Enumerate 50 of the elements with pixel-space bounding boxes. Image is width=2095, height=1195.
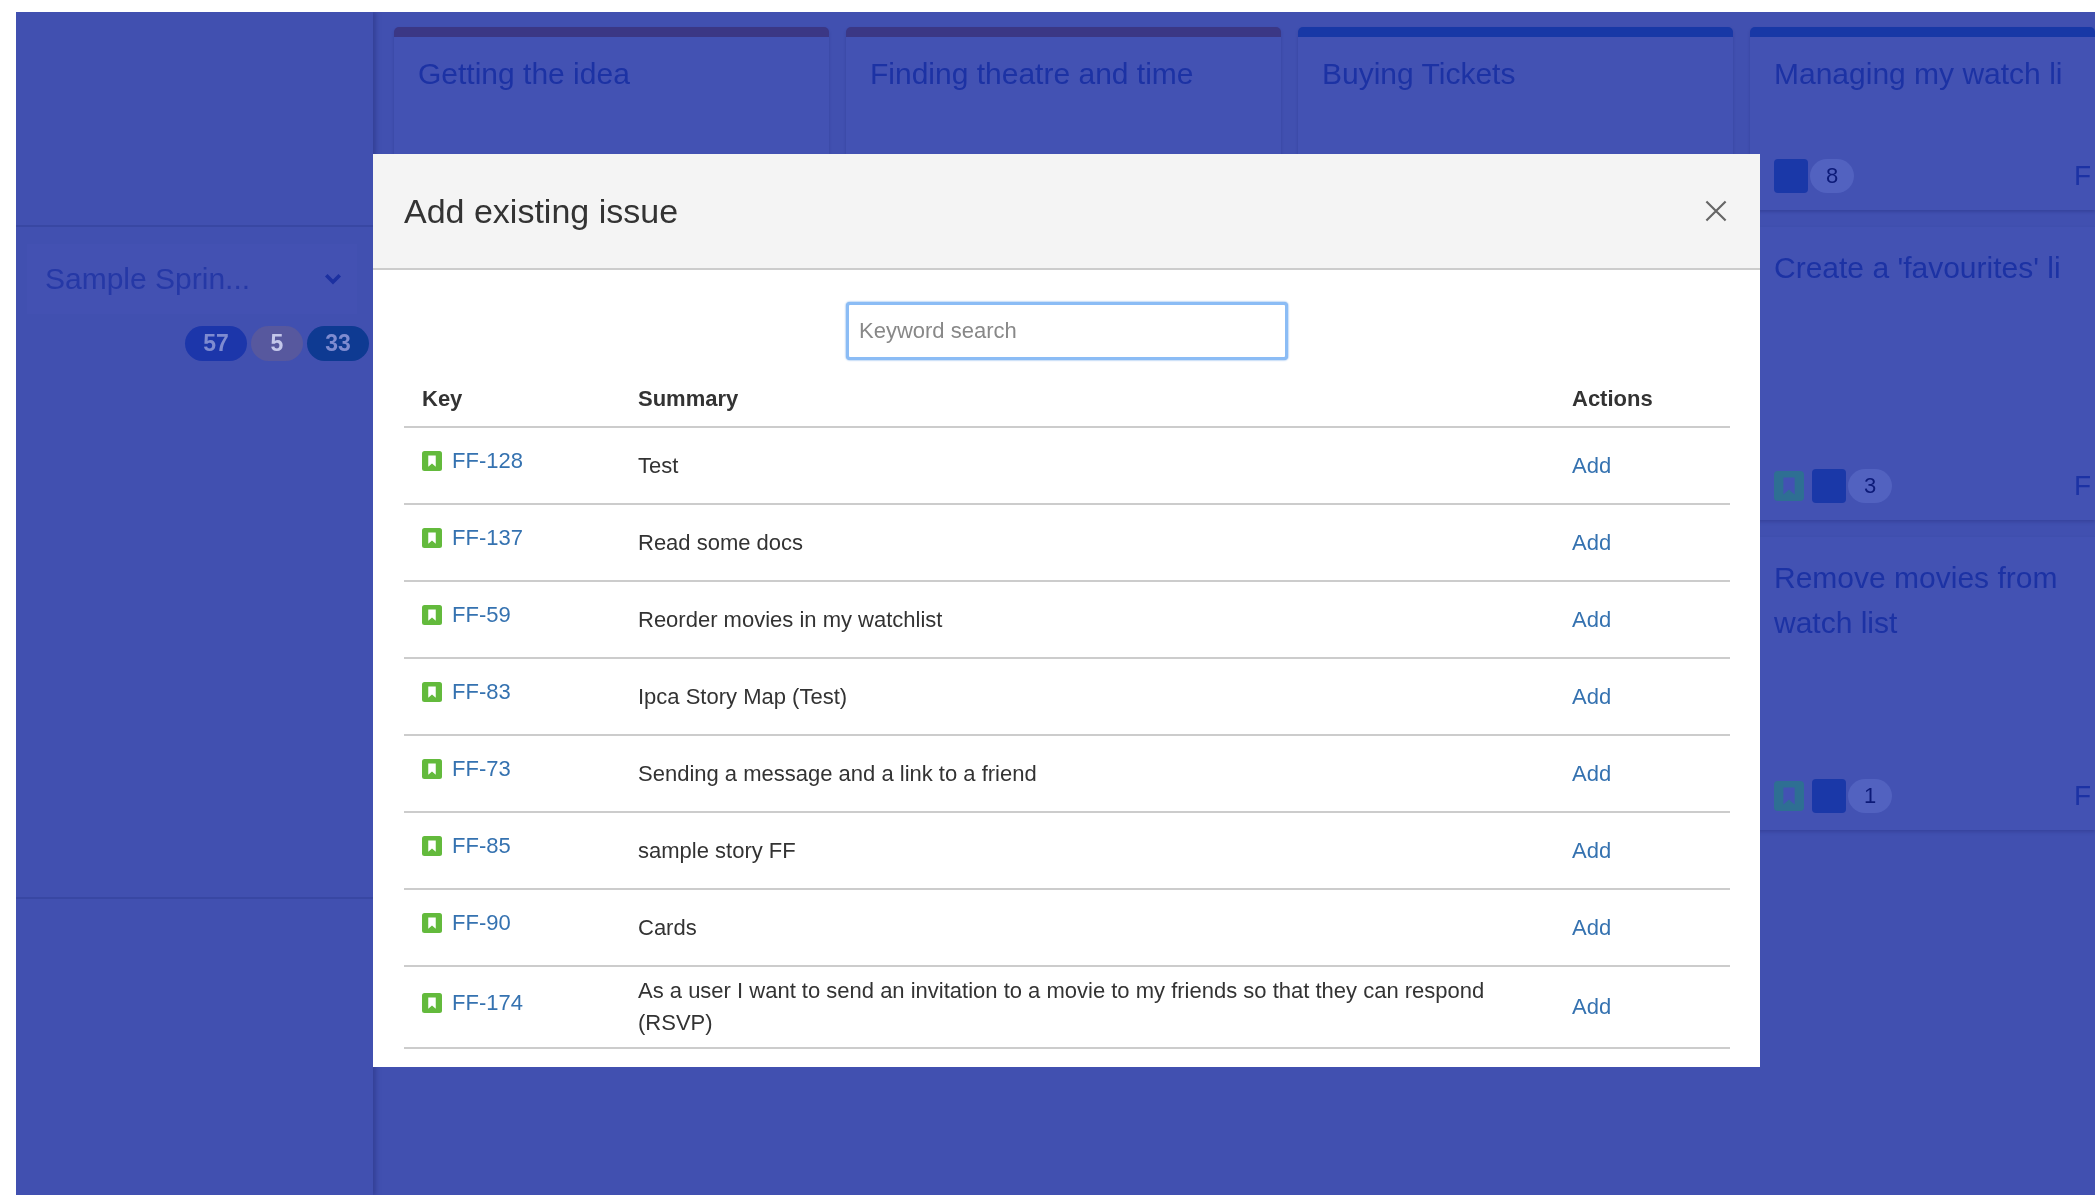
chevron-down-icon [324,273,342,285]
column-header: Key [404,374,620,427]
issue-summary: Sending a message and a link to a friend [638,759,1038,788]
search-field[interactable]: Keyword search [846,302,1288,360]
issue-summary: Ipca Story Map (Test) [638,682,849,711]
color-swatch [1774,159,1808,193]
bookmark-icon [422,992,442,1013]
count-badge: 57 [185,326,247,361]
issue-key-link[interactable]: FF-85 [452,830,511,862]
add-link[interactable]: Add [1572,994,1612,1019]
add-link[interactable]: Add [1572,452,1612,478]
bookmark-icon [422,682,442,702]
bookmark-icon [422,759,442,779]
bookmark-icon [1774,781,1804,811]
issue-summary: Cards [638,913,698,942]
issue-summary: Reorder movies in my watchlist [638,605,944,634]
issue-key-link[interactable]: FF-174 [452,986,523,1019]
bookmark-icon [422,913,442,933]
issue-key-link[interactable]: FF-73 [452,753,511,785]
color-swatch [1812,779,1846,813]
issue-summary: Test [638,451,680,480]
issue-key-link[interactable]: FF-59 [452,599,511,631]
count-badge: 33 [307,326,369,361]
add-link[interactable]: Add [1572,683,1612,709]
issue-key-link[interactable]: FF-83 [452,676,511,708]
bookmark-icon [422,836,442,856]
count-badge: 8 [1810,159,1854,193]
bookmark-icon [1774,471,1804,501]
issue-summary: As a user I want to send an invitation to a movie to my friends so that they can respond (RSVP) [638,977,1486,1037]
issue-summary: sample story FF [638,836,797,865]
issue-key-link[interactable]: FF-137 [452,522,523,554]
bookmark-icon [422,451,442,471]
issue-key-link[interactable]: FF-90 [452,907,511,939]
add-link[interactable]: Add [1572,529,1612,555]
column-header: Summary [620,374,1554,427]
count-badge: 5 [251,326,303,361]
count-badge: 3 [1848,469,1892,503]
count-badge: 1 [1848,779,1892,813]
bookmark-icon [422,528,442,548]
color-swatch [1812,469,1846,503]
close-icon[interactable] [1704,199,1728,223]
column-header: Actions [1554,374,1730,427]
dialog-title: Add existing issue [404,191,680,231]
add-link[interactable]: Add [1572,760,1612,786]
add-link[interactable]: Add [1572,914,1612,940]
issue-summary: Read some docs [638,528,805,557]
issue-key-link[interactable]: FF-128 [452,445,523,477]
bookmark-icon [422,605,442,625]
add-link[interactable]: Add [1572,837,1612,863]
add-link[interactable]: Add [1572,606,1612,632]
